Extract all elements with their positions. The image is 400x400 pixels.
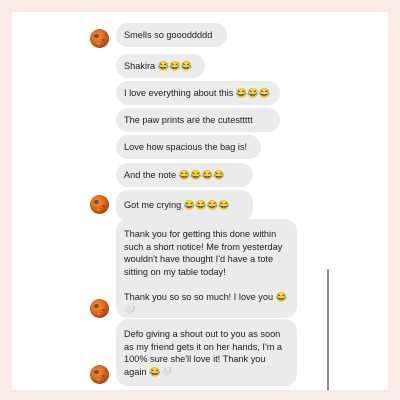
chat-conversation: Smells so goooddddd Shakira 😂😂😂 I love e… [12,12,388,390]
message-paragraph: Thank you for getting this done within s… [124,229,283,277]
message-text: And the note 😂😂😂😂 [124,169,225,180]
message-bubble[interactable]: Shakira 😂😂😂 [116,54,205,78]
avatar[interactable] [90,299,109,318]
message-bubble[interactable]: Thank you for getting this done within s… [116,219,297,318]
message-text: The paw prints are the cutesttttt [124,114,253,125]
message-text: Shakira 😂😂😂 [124,60,193,71]
message-bubble[interactable]: The paw prints are the cutesttttt [116,108,280,132]
message-text: Smells so goooddddd [124,29,213,40]
message-bubble[interactable]: And the note 😂😂😂😂 [116,163,253,187]
message-text: I love everything about this 😂😂😂 [124,87,271,98]
message-bubble[interactable]: Smells so goooddddd [116,23,227,47]
scrollbar[interactable] [327,269,329,390]
message-bubble[interactable]: Defo giving a shout out to you as soon a… [116,319,297,386]
message-paragraph: Defo giving a shout out to you as soon a… [124,329,283,377]
message-text: Got me crying 😂😂😂😂 [124,200,230,211]
message-bubble[interactable]: Love how spacious the bag is! [116,135,261,159]
message-bubble[interactable]: I love everything about this 😂😂😂 [116,81,280,105]
message-text: Love how spacious the bag is! [124,141,248,152]
avatar[interactable] [90,195,109,214]
message-paragraph: Thank you so so so much! I love you 😂🤍 [124,291,288,315]
message-bubble[interactable]: Got me crying 😂😂😂😂 [116,190,253,221]
avatar[interactable] [90,29,109,48]
avatar[interactable] [90,365,109,384]
